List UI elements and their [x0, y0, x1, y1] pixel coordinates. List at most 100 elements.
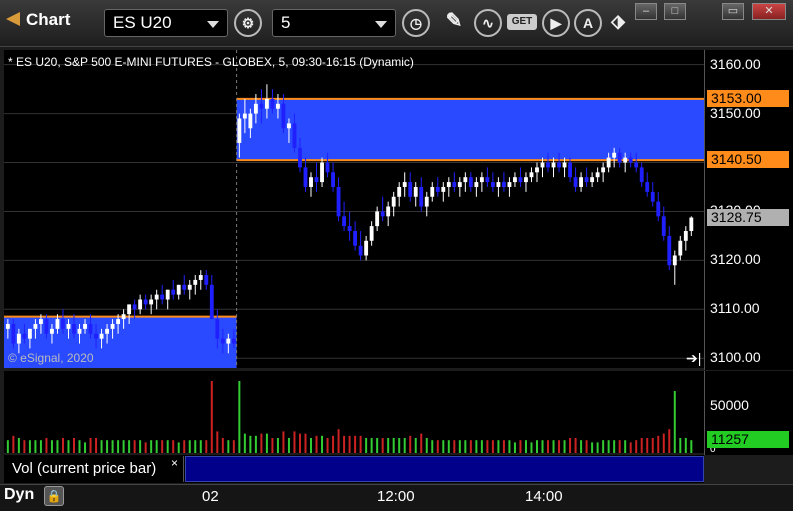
- volume-bar: [497, 440, 500, 453]
- volume-bar: [436, 440, 439, 453]
- price-tick-label: 3110.00: [710, 300, 760, 317]
- candle-body: [683, 231, 688, 241]
- candle-body: [22, 333, 27, 339]
- volume-bar: [276, 438, 279, 453]
- chart-subtitle: * ES U20, S&P 500 E-MINI FUTURES - GLOBE…: [8, 55, 414, 69]
- volume-legend-close-button[interactable]: ×: [171, 456, 178, 470]
- price-tag-last: 3128.75: [707, 208, 789, 226]
- volume-bar: [315, 435, 318, 453]
- candle-body: [276, 103, 280, 109]
- time-tick-1400: 14:00: [525, 488, 563, 505]
- candle-body: [16, 333, 21, 344]
- candle-body: [39, 319, 43, 324]
- candle-body: [242, 113, 247, 119]
- volume-bar: [376, 438, 379, 453]
- candle-body: [634, 162, 639, 168]
- minimize-button[interactable]: –: [635, 3, 657, 20]
- volume-bar: [188, 440, 191, 453]
- volume-bar: [78, 440, 81, 453]
- volume-bar: [563, 440, 566, 453]
- study-icon[interactable]: ∿: [474, 9, 502, 37]
- volume-bar: [298, 433, 301, 453]
- candle-body: [171, 289, 176, 295]
- candle-body: [678, 240, 683, 256]
- candle-body: [72, 323, 76, 334]
- volume-bar: [282, 431, 285, 453]
- candle-body: [237, 118, 242, 143]
- link-icon[interactable]: ⬗: [604, 9, 632, 37]
- volume-bar: [172, 440, 175, 453]
- volume-chart[interactable]: [4, 371, 704, 453]
- alert-icon[interactable]: A: [574, 9, 602, 37]
- candle-body: [226, 338, 231, 344]
- lock-icon[interactable]: 🔒: [44, 486, 64, 506]
- volume-bar: [34, 440, 37, 453]
- volume-bar: [574, 438, 577, 453]
- volume-bar: [89, 438, 92, 453]
- candle-body: [281, 103, 286, 129]
- candle-body: [5, 323, 10, 329]
- volume-bar: [580, 440, 583, 453]
- candle-body: [419, 186, 424, 207]
- volume-bar: [343, 435, 346, 453]
- volume-bar: [569, 438, 572, 453]
- interval-combo[interactable]: 5: [272, 9, 396, 37]
- candle-body: [11, 323, 16, 344]
- time-tick-02: 02: [202, 488, 219, 505]
- title-toolbar: Chart ES U20 ⚙ 5 ◷ ✎ ∿ GET ▶ A ⬗ – □ ▭ ✕: [0, 0, 793, 47]
- volume-bar: [6, 440, 9, 453]
- volume-bar: [387, 438, 390, 453]
- settings-gear-icon[interactable]: ⚙: [234, 9, 262, 37]
- restore-button[interactable]: □: [664, 3, 686, 20]
- candle-body: [617, 152, 622, 163]
- candle-body: [507, 182, 512, 187]
- candle-body: [303, 167, 308, 187]
- candle-body: [143, 299, 148, 305]
- volume-bar: [122, 440, 125, 453]
- candle-body: [248, 113, 253, 129]
- price-chart[interactable]: [4, 50, 704, 368]
- symbol-combo[interactable]: ES U20: [104, 9, 228, 37]
- candle-body: [628, 157, 633, 163]
- get-icon[interactable]: GET: [507, 14, 537, 30]
- candle-body: [209, 284, 214, 320]
- volume-bar: [502, 440, 505, 453]
- volume-bar: [17, 438, 20, 453]
- candle-body: [529, 172, 534, 178]
- volume-bar: [23, 440, 26, 453]
- volume-bar: [629, 442, 632, 453]
- volume-bar: [365, 438, 368, 453]
- candle-body: [562, 162, 567, 168]
- volume-bar: [651, 438, 654, 453]
- candle-body: [369, 226, 374, 241]
- candle-body: [479, 177, 484, 183]
- price-tick-label: 3160.00: [710, 55, 761, 72]
- volume-bar: [227, 440, 230, 453]
- pencil-icon[interactable]: ✎: [440, 9, 468, 37]
- volume-bar: [679, 438, 682, 453]
- candle-body: [645, 182, 650, 192]
- candle-body: [138, 299, 143, 310]
- candle-body: [77, 328, 82, 334]
- volume-bar: [50, 440, 53, 453]
- close-button[interactable]: ✕: [752, 3, 786, 20]
- volume-bar: [464, 440, 467, 453]
- candle-body: [524, 177, 528, 183]
- clock-icon[interactable]: ◷: [402, 9, 430, 37]
- scroll-to-end-icon[interactable]: ➔|: [686, 350, 701, 367]
- play-icon[interactable]: ▶: [542, 9, 570, 37]
- volume-bar: [370, 438, 373, 453]
- candle-body: [110, 323, 115, 329]
- chart-window: Chart ES U20 ⚙ 5 ◷ ✎ ∿ GET ▶ A ⬗ – □ ▭ ✕…: [0, 0, 793, 511]
- volume-bar: [469, 440, 472, 453]
- volume-bar: [414, 438, 417, 453]
- candle-body: [386, 206, 391, 217]
- candle-body: [253, 103, 258, 114]
- candle-body: [496, 182, 501, 187]
- maximize-button[interactable]: ▭: [722, 3, 744, 20]
- volume-bar: [28, 440, 31, 453]
- price-tick-label: 3120.00: [710, 251, 761, 268]
- volume-bar: [84, 442, 87, 453]
- candle-body: [535, 167, 539, 173]
- candle-body: [320, 162, 324, 183]
